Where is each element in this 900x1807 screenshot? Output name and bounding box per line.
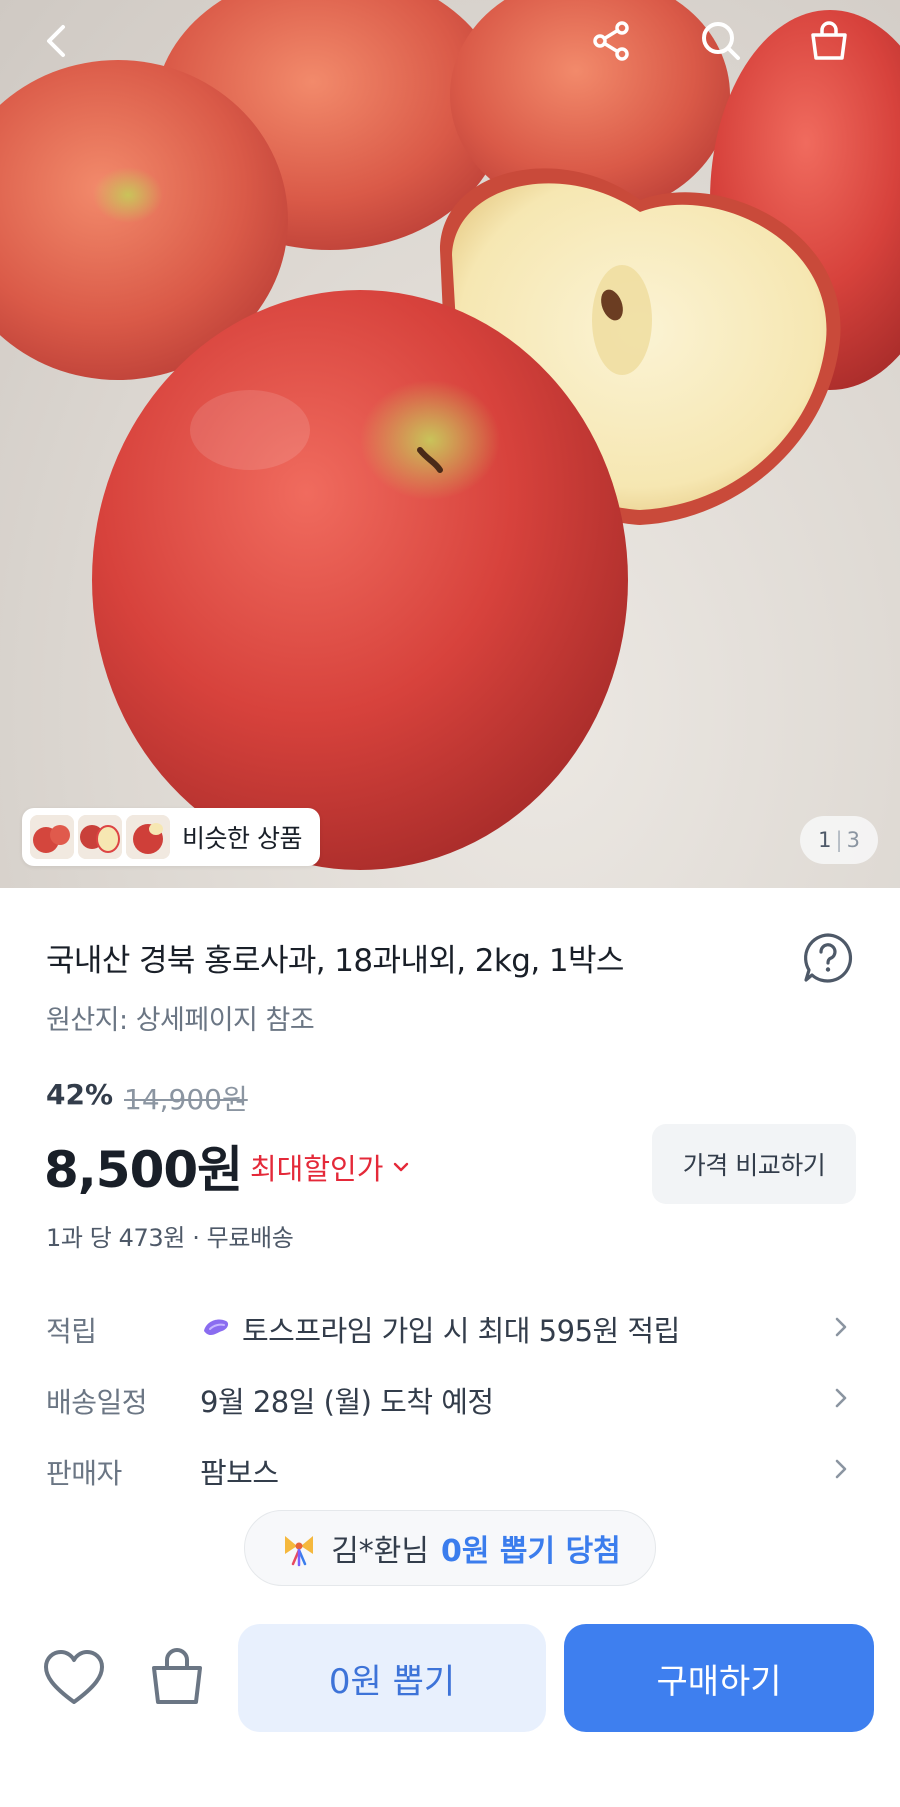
detail-value: 팜보스 — [200, 1456, 279, 1490]
add-to-cart-button[interactable] — [146, 1644, 208, 1708]
search-icon — [702, 22, 740, 60]
pager-separator: | — [835, 828, 843, 852]
heart-icon — [44, 1650, 104, 1704]
detail-row-delivery[interactable]: 배송일정 9월 28일 (월) 도착 예정 — [0, 1367, 900, 1429]
buy-button[interactable]: 구매하기 — [564, 1624, 874, 1732]
sale-price: 8,500원 — [44, 1141, 243, 1199]
zero-won-draw-button[interactable]: 0원 뽑기 — [238, 1624, 546, 1732]
similar-thumb-1 — [30, 815, 74, 859]
similar-products-label: 비슷한 상품 — [182, 824, 302, 853]
share-button[interactable] — [580, 10, 642, 72]
origin-text: 원산지: 상세페이지 참조 — [46, 1005, 315, 1036]
winner-prize: 0원 뽑기 당첨 — [441, 1534, 621, 1569]
similar-thumb-2 — [78, 815, 122, 859]
back-button[interactable] — [26, 10, 88, 72]
cart-icon — [152, 1648, 202, 1704]
price-compare-button[interactable]: 가격 비교하기 — [652, 1124, 856, 1204]
wishlist-button[interactable] — [42, 1648, 106, 1708]
similar-products-button[interactable]: 비슷한 상품 — [22, 808, 320, 866]
top-navigation-bar — [0, 0, 900, 90]
detail-value: 토스프라임 가입 시 최대 595원 적립 — [200, 1308, 680, 1350]
help-icon — [804, 933, 853, 983]
per-unit-shipping-info: 1과 당 473원 · 무료배송 — [46, 1224, 294, 1252]
chevron-right-icon — [835, 1459, 847, 1479]
max-discount-dropdown[interactable]: 최대할인가 — [250, 1146, 411, 1188]
points-text: 토스프라임 가입 시 최대 595원 적립 — [242, 1314, 680, 1348]
share-icon — [593, 21, 629, 61]
winner-name: 김*환님 — [331, 1534, 430, 1569]
detail-value: 9월 28일 (월) 도착 예정 — [200, 1385, 494, 1419]
similar-thumb-3 — [126, 815, 170, 859]
detail-row-seller[interactable]: 판매자 팜보스 — [0, 1438, 900, 1500]
winner-banner: 김*환님 0원 뽑기 당첨 — [244, 1510, 656, 1586]
pager-current: 1 — [818, 828, 832, 852]
detail-label: 판매자 — [46, 1457, 122, 1490]
pager-total: 3 — [846, 828, 860, 852]
detail-label: 적립 — [46, 1315, 97, 1348]
toss-prime-icon — [204, 1319, 229, 1336]
chevron-right-icon — [835, 1317, 847, 1337]
original-price: 14,900원 — [124, 1083, 248, 1116]
cart-top-button[interactable] — [798, 10, 860, 72]
search-button[interactable] — [690, 10, 752, 72]
discount-rate: 42% — [46, 1078, 114, 1111]
help-button[interactable] — [800, 930, 856, 986]
max-discount-label: 최대할인가 — [250, 1152, 384, 1186]
apple-photo — [0, 0, 900, 870]
detail-row-points[interactable]: 적립 토스프라임 가입 시 최대 595원 적립 — [0, 1296, 900, 1358]
chevron-right-icon — [835, 1388, 847, 1408]
product-title: 국내산 경북 홍로사과, 18과내외, 2kg, 1박스 — [46, 943, 624, 979]
chevron-down-icon — [394, 1162, 409, 1172]
back-icon — [47, 25, 65, 57]
product-image-carousel[interactable]: 비슷한 상품 1 | 3 — [0, 0, 900, 888]
confetti-icon — [285, 1536, 314, 1567]
detail-label: 배송일정 — [46, 1386, 148, 1419]
image-pager: 1 | 3 — [800, 816, 878, 864]
bag-icon — [811, 21, 847, 60]
